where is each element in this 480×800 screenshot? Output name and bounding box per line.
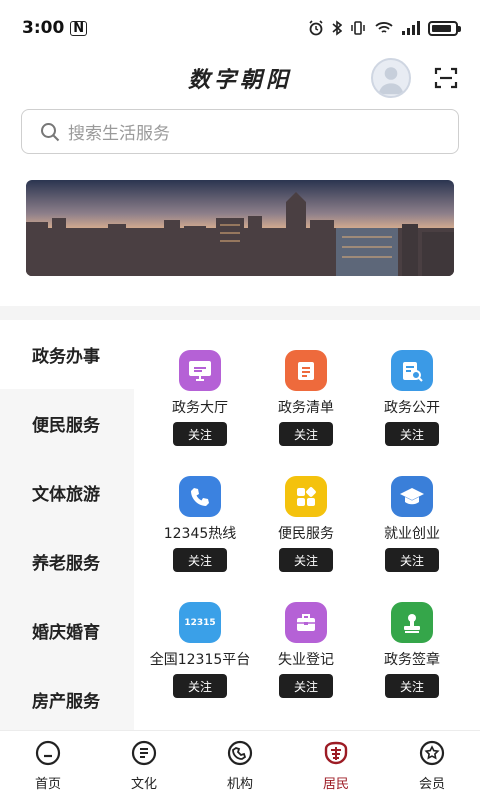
service-gov-list[interactable]: 政务清单 关注 xyxy=(246,320,366,446)
nav-label: 首页 xyxy=(34,777,61,792)
category-label: 文体旅游 xyxy=(32,485,100,505)
badge-text: 12315 xyxy=(184,617,216,628)
service-gov-hall[interactable]: 政务大厅 关注 xyxy=(140,320,260,446)
badge-12315-icon: 12315 xyxy=(179,602,221,644)
org-icon xyxy=(227,740,253,766)
resident-icon xyxy=(324,741,348,765)
battery-icon xyxy=(428,20,461,36)
app-header: 数字朝阳 xyxy=(0,56,480,100)
service-label: 政务清单 xyxy=(278,400,334,417)
home-icon xyxy=(35,740,61,766)
service-label: 便民服务 xyxy=(278,526,334,543)
culture-icon xyxy=(131,740,157,766)
category-label: 房产服务 xyxy=(32,692,100,712)
category-item-housing[interactable]: 房产服务 xyxy=(0,665,134,734)
signal-icon xyxy=(402,21,420,35)
service-employment[interactable]: 就业创业 关注 xyxy=(352,446,472,572)
monitor-icon xyxy=(179,350,221,392)
service-convenience[interactable]: 便民服务 关注 xyxy=(246,446,366,572)
service-label: 政务公开 xyxy=(384,400,440,417)
follow-button[interactable]: 关注 xyxy=(279,548,333,572)
service-label: 政务大厅 xyxy=(172,400,228,417)
category-label: 婚庆婚育 xyxy=(32,623,100,643)
category-item-convenience[interactable]: 便民服务 xyxy=(0,389,134,458)
category-label: 便民服务 xyxy=(32,416,100,436)
briefcase-icon xyxy=(285,602,327,644)
clock: 3:00 xyxy=(22,18,65,38)
service-label: 全国12315平台 xyxy=(149,652,251,669)
wifi-icon xyxy=(375,22,393,33)
category-label: 政务办事 xyxy=(32,347,100,367)
nav-culture[interactable]: 文化 xyxy=(96,731,192,800)
section-divider xyxy=(0,306,480,320)
vibrate-icon xyxy=(351,21,365,35)
bottom-nav: 首页 文化 机构 居民 会员 xyxy=(0,730,480,800)
follow-button[interactable]: 关注 xyxy=(385,422,439,446)
service-gov-open[interactable]: 政务公开 关注 xyxy=(352,320,472,446)
bluetooth-icon xyxy=(332,20,342,36)
phone-icon xyxy=(179,476,221,518)
app-title: 数字朝阳 xyxy=(187,67,292,93)
follow-button[interactable]: 关注 xyxy=(385,548,439,572)
status-bar: 3:00 N xyxy=(0,0,480,56)
service-label: 就业创业 xyxy=(384,526,440,543)
nav-label: 居民 xyxy=(322,777,349,792)
nav-label: 文化 xyxy=(130,777,157,792)
banner-image[interactable] xyxy=(26,180,454,276)
category-item-marriage-birth[interactable]: 婚庆婚育 xyxy=(0,596,134,665)
service-label: 12345热线 xyxy=(163,526,237,543)
graduation-icon xyxy=(391,476,433,518)
category-label: 养老服务 xyxy=(32,554,100,574)
category-item-culture-tourism[interactable]: 文体旅游 xyxy=(0,458,134,527)
follow-button[interactable]: 关注 xyxy=(279,422,333,446)
member-icon xyxy=(419,740,445,766)
service-12315-platform[interactable]: 12315 全国12315平台 关注 xyxy=(140,572,260,698)
scan-icon[interactable] xyxy=(434,66,458,90)
service-unemployment[interactable]: 失业登记 关注 xyxy=(246,572,366,698)
search-placeholder: 搜索生活服务 xyxy=(68,124,170,144)
stamp-icon xyxy=(391,602,433,644)
category-menu: 政务办事 便民服务 文体旅游 养老服务 婚庆婚育 房产服务 xyxy=(0,320,134,730)
service-gov-seal[interactable]: 政务签章 关注 xyxy=(352,572,472,698)
service-12345-hotline[interactable]: 12345热线 关注 xyxy=(140,446,260,572)
nav-label: 机构 xyxy=(226,777,253,792)
follow-button[interactable]: 关注 xyxy=(173,548,227,572)
category-item-elderly-care[interactable]: 养老服务 xyxy=(0,527,134,596)
apps-icon xyxy=(285,476,327,518)
alarm-icon xyxy=(309,20,323,36)
search-icon xyxy=(41,122,60,141)
list-icon xyxy=(285,350,327,392)
user-avatar-icon[interactable] xyxy=(371,58,411,98)
nav-home[interactable]: 首页 xyxy=(0,731,96,800)
search-input[interactable]: 搜索生活服务 xyxy=(21,109,459,154)
follow-button[interactable]: 关注 xyxy=(279,674,333,698)
follow-button[interactable]: 关注 xyxy=(173,422,227,446)
nav-member[interactable]: 会员 xyxy=(384,731,480,800)
nfc-icon: N xyxy=(70,20,88,36)
doc-search-icon xyxy=(391,350,433,392)
nav-label: 会员 xyxy=(418,777,445,792)
service-label: 政务签章 xyxy=(384,652,440,669)
follow-button[interactable]: 关注 xyxy=(385,674,439,698)
service-label: 失业登记 xyxy=(278,652,334,669)
follow-button[interactable]: 关注 xyxy=(173,674,227,698)
service-grid: 政务大厅 关注 政务清单 关注 政务公开 关注 12345热线 关注 便民服务 … xyxy=(134,320,480,730)
category-item-gov-affairs[interactable]: 政务办事 xyxy=(0,320,134,389)
nav-resident[interactable]: 居民 xyxy=(288,731,384,800)
nav-org[interactable]: 机构 xyxy=(192,731,288,800)
